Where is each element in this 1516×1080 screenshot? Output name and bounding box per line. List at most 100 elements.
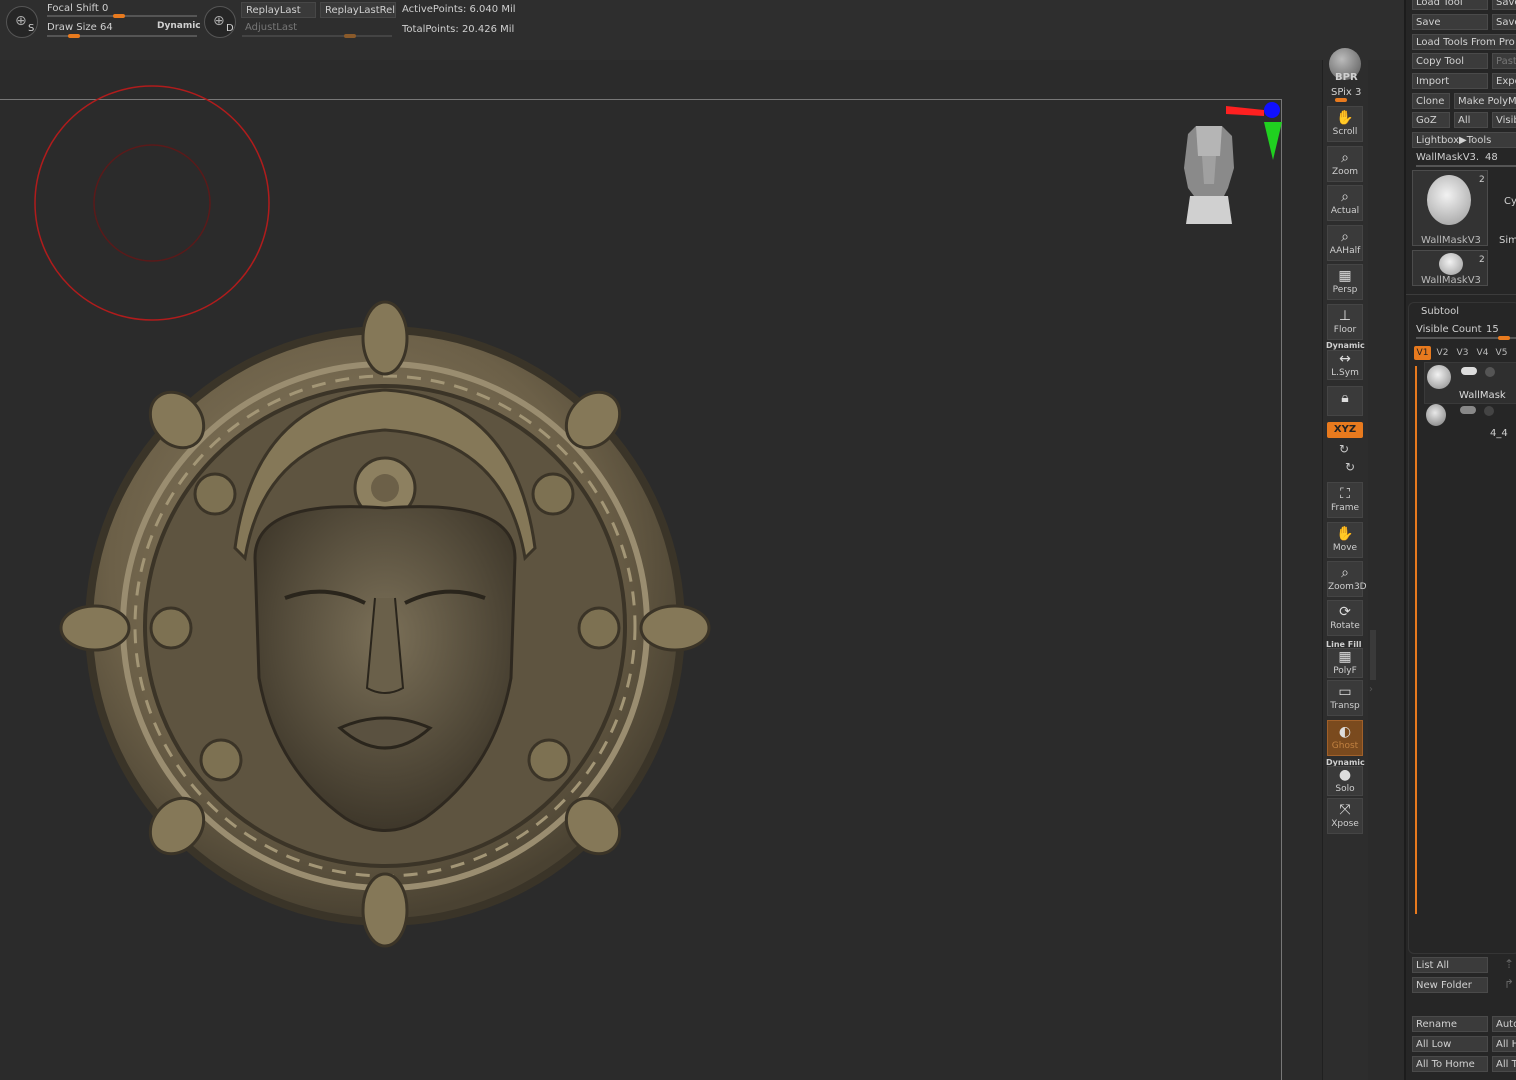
shelf-scrollbar[interactable] [1370,630,1376,680]
draw-size-slider-knob[interactable] [67,34,80,38]
auto-button[interactable]: Auto [1492,1016,1516,1032]
aahalf-button[interactable]: ⌕ AAHalf [1327,225,1363,261]
actual-button[interactable]: ⌕ Actual [1327,185,1363,221]
save-as-button[interactable]: Save [1492,0,1516,10]
subtool-row-wallmask[interactable]: WallMask [1424,362,1516,404]
dynamic-toggle[interactable]: Dynamic [157,21,201,31]
xpose-button[interactable]: ⤧ Xpose [1327,798,1363,834]
cylinder-tool-label[interactable]: Cyl [1504,196,1516,207]
tool-thumbnail-wallmask[interactable]: 2 WallMaskV3 [1412,170,1488,246]
head-icon [1184,126,1234,224]
transp-button[interactable]: ▭ Transp [1327,680,1363,716]
save-2-button[interactable]: Save [1492,14,1516,30]
polyf-label: PolyF [1333,666,1357,676]
all-high-button[interactable]: All H [1492,1036,1516,1052]
z-rotate-icon[interactable]: ↻ [1345,460,1355,474]
brush-d-icon[interactable]: ⊕ D [204,6,236,38]
scroll-button[interactable]: ✋ Scroll [1327,106,1363,142]
visibility-toggle-icon[interactable] [1460,406,1476,414]
magnifier-icon: ⌕ [1341,229,1349,245]
goz-button[interactable]: GoZ [1412,112,1450,128]
arrow-return-icon[interactable]: ↱ [1504,977,1514,991]
lightbox-tools-button[interactable]: Lightbox▶Tools [1412,132,1516,148]
frame-label: Frame [1330,503,1360,513]
tab-v6[interactable]: V [1512,346,1516,360]
frame-icon: ⛶ [1340,486,1350,502]
frame-button[interactable]: ⛶ Frame [1327,482,1363,518]
zoom-button[interactable]: ⌕ Zoom [1327,146,1363,182]
lock-button[interactable]: 🔒︎ [1327,386,1363,416]
brush-s-icon[interactable]: ⊕ S [6,6,38,38]
solo-icon: ● [1338,767,1352,783]
subtool-scrollbar[interactable] [1415,366,1417,914]
visible-count-slider-knob[interactable] [1498,336,1510,340]
paste-tool-button[interactable]: Past [1492,53,1516,69]
save-button[interactable]: Save [1412,14,1488,30]
total-points-readout: TotalPoints: 20.426 Mil [402,24,515,35]
arrow-up-icon[interactable]: ⇡ [1504,957,1514,971]
spix-slider[interactable]: SPix 3 [1331,87,1361,98]
all-to-home-button[interactable]: All To Home [1412,1056,1488,1072]
transparency-icon: ▭ [1338,684,1352,700]
crosshair-icon: ⊕ [15,13,27,29]
arrows-icon: ↔ [1339,351,1351,367]
export-button[interactable]: Expo [1492,73,1516,89]
tab-v3[interactable]: V3 [1454,346,1471,360]
simple-tool-label[interactable]: Sim [1499,235,1516,246]
sculpt-medallion[interactable] [55,298,715,953]
make-polymesh-button[interactable]: Make PolyM [1454,93,1516,109]
tool-slider[interactable] [1416,165,1516,167]
tool-thumbnail-wallmask-small[interactable]: 2 WallMaskV3 [1412,250,1488,286]
focal-shift-label: Focal Shift [47,3,99,14]
lsym-button[interactable]: ↔ L.Sym [1327,350,1363,380]
visibility-toggle-icon[interactable] [1461,367,1477,375]
magnifier-icon: ⌕ [1341,150,1349,166]
tab-v2[interactable]: V2 [1434,346,1451,360]
zoom3d-button[interactable]: ⌕ Zoom3D [1327,561,1367,597]
d-letter: D [226,23,234,34]
load-tool-button[interactable]: Load Tool [1412,0,1488,10]
all-to-target-button[interactable]: All T [1492,1056,1516,1072]
adjust-last-slider-knob[interactable] [344,34,356,38]
ghost-button[interactable]: ◐ Ghost [1327,720,1363,756]
adjust-last-slider[interactable] [242,35,392,37]
gizmo-z-dot [1264,102,1280,118]
focal-shift-slider-knob[interactable] [113,14,125,18]
floor-button[interactable]: ⊥ Floor [1327,304,1363,340]
tab-v4[interactable]: V4 [1474,346,1491,360]
copy-tool-button[interactable]: Copy Tool [1412,53,1488,69]
brush-cursor [34,85,270,321]
tab-v5[interactable]: V5 [1493,346,1510,360]
new-folder-button[interactable]: New Folder [1412,977,1488,993]
spix-slider-knob[interactable] [1335,98,1347,102]
persp-button[interactable]: ▦ Persp [1327,264,1363,300]
chevron-right-icon[interactable]: › [1369,684,1373,695]
navigation-gizmo[interactable] [1176,96,1286,231]
bpr-button[interactable]: BPR [1335,72,1358,83]
clone-button[interactable]: Clone [1412,93,1450,109]
load-tools-from-project-button[interactable]: Load Tools From Pro [1412,34,1516,50]
replay-last-button[interactable]: ReplayLast [241,2,316,18]
rename-button[interactable]: Rename [1412,1016,1488,1032]
visible-count-value: 15 [1486,324,1499,335]
all-low-button[interactable]: All Low [1412,1036,1488,1052]
tool-panel: Load Tool Save Save Save Load Tools From… [1404,0,1516,1080]
tab-v1[interactable]: V1 [1414,346,1431,360]
y-rotate-icon[interactable]: ↻ [1339,442,1349,456]
polypaint-toggle-icon[interactable] [1485,367,1495,377]
move-button[interactable]: ✋ Move [1327,522,1363,558]
all-button[interactable]: All [1454,112,1488,128]
transp-label: Transp [1330,701,1360,711]
import-button[interactable]: Import [1412,73,1488,89]
replay-last-rel-button[interactable]: ReplayLastRel [320,2,396,18]
focal-shift-value: 0 [102,3,109,14]
polyf-button[interactable]: ▦ PolyF [1327,648,1363,678]
subtool-title[interactable]: Subtool [1421,306,1459,317]
visible-button[interactable]: Visib [1492,112,1516,128]
subtool-row-4-4[interactable]: 4_4 [1424,402,1516,442]
xyz-symmetry-button[interactable]: XYZ [1327,422,1363,438]
rotate-button[interactable]: ⟳ Rotate [1327,600,1363,636]
list-all-button[interactable]: List All [1412,957,1488,973]
solo-button[interactable]: ● Solo [1327,766,1363,796]
polypaint-toggle-icon[interactable] [1484,406,1494,416]
